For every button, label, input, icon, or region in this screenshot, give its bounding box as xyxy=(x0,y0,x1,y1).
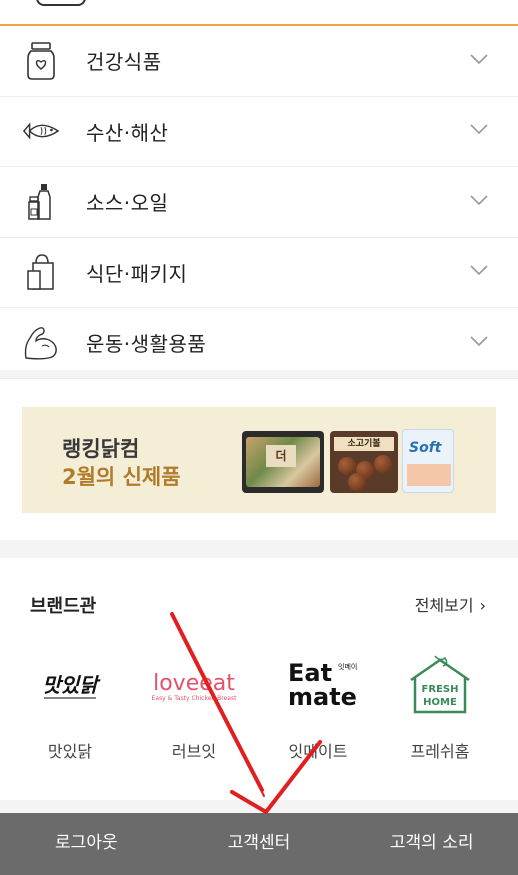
meatball-image xyxy=(374,455,392,473)
brand-item-masitdak[interactable]: 맛있닭 맛있닭 xyxy=(10,650,130,762)
freshhome-logo: FRESH HOME xyxy=(380,650,500,720)
loveeat-logo-sub: Easy & Tasty Chicken Breast xyxy=(152,695,237,702)
chevron-right-icon: › xyxy=(479,596,486,615)
category-list: 건강식품 수산·해산 소스·오일 식단·패키지 운동·생활용품 xyxy=(0,26,518,379)
category-item-health-food[interactable]: 건강식품 xyxy=(0,26,518,97)
brand-item-freshhome[interactable]: FRESH HOME 프레쉬홈 xyxy=(380,650,500,762)
eatmate-logo: Eat 잇메이트 mate xyxy=(258,650,378,720)
category-label: 수산·해산 xyxy=(86,120,169,145)
loveeat-logo-text: loveeat xyxy=(153,671,235,696)
product-label: 소고기볼 xyxy=(334,437,394,451)
svg-text:FRESH: FRESH xyxy=(422,684,459,695)
chevron-down-icon xyxy=(470,336,488,346)
bottom-bar: 로그아웃 고객센터 고객의 소리 xyxy=(0,813,518,875)
brand-item-eatmate[interactable]: Eat 잇메이트 mate 잇메이트 xyxy=(258,650,378,762)
top-edge-divider xyxy=(0,0,518,26)
svg-text:mate: mate xyxy=(288,683,357,711)
top-tab-stub xyxy=(36,0,86,6)
view-all-link[interactable]: 전체보기 › xyxy=(415,592,486,616)
category-item-seafood[interactable]: 수산·해산 xyxy=(0,97,518,167)
brand-name: 러브잇 xyxy=(171,742,217,761)
muscle-arm-icon xyxy=(22,324,60,362)
customer-center-button[interactable]: 고객센터 xyxy=(173,813,346,875)
category-item-sauce-oil[interactable]: 소스·오일 xyxy=(0,167,518,238)
section-divider xyxy=(0,540,518,558)
meatball-image xyxy=(338,457,356,475)
jar-icon xyxy=(22,41,60,80)
logout-button[interactable]: 로그아웃 xyxy=(0,813,173,875)
brand-item-loveeat[interactable]: loveeat Easy & Tasty Chicken Breast 러브잇 xyxy=(134,650,254,762)
brand-name: 잇메이트 xyxy=(288,742,348,761)
customer-voice-button[interactable]: 고객의 소리 xyxy=(345,813,518,875)
banner-title: 랭킹닭컴 xyxy=(62,437,140,461)
bottles-icon xyxy=(22,183,60,221)
section-divider xyxy=(0,370,518,378)
brand-section-title: 브랜드관 xyxy=(30,596,97,617)
category-label: 운동·생활용품 xyxy=(86,332,207,357)
masitdak-logo: 맛있닭 xyxy=(10,650,130,720)
chevron-down-icon xyxy=(470,54,488,64)
banner-subtitle: 2월의 신제품 xyxy=(62,465,181,489)
category-label: 식단·패키지 xyxy=(86,261,188,286)
category-label: 소스·오일 xyxy=(86,191,169,216)
banner-product-image: Soft xyxy=(402,429,454,493)
product-tag: 더 xyxy=(266,445,296,467)
brand-name: 맛있닭 xyxy=(47,742,93,761)
category-item-fitness-living[interactable]: 운동·생활용품 xyxy=(0,308,518,379)
svg-text:HOME: HOME xyxy=(423,697,457,708)
chevron-down-icon xyxy=(470,124,488,135)
product-band xyxy=(407,464,451,486)
banner-product-image: 소고기볼 xyxy=(330,431,398,493)
banner-product-image: 더 xyxy=(242,431,324,493)
masitdak-logo-text: 맛있닭 xyxy=(42,673,101,697)
product-label: Soft xyxy=(409,440,442,456)
chevron-down-icon xyxy=(470,265,488,276)
category-item-diet-package[interactable]: 식단·패키지 xyxy=(0,238,518,308)
view-all-label: 전체보기 xyxy=(414,596,474,615)
brand-name: 프레쉬홈 xyxy=(410,742,470,761)
fish-icon xyxy=(22,112,60,150)
meatball-image xyxy=(348,473,366,491)
eatmate-logo-sub: 잇메이트 xyxy=(338,662,358,671)
new-products-banner[interactable]: 랭킹닭컴 2월의 신제품 더 소고기볼 Soft xyxy=(22,407,496,513)
chevron-down-icon xyxy=(470,195,488,205)
section-divider xyxy=(0,800,518,813)
category-label: 건강식품 xyxy=(86,50,162,75)
shopping-bag-icon xyxy=(22,253,60,291)
loveeat-logo: loveeat Easy & Tasty Chicken Breast xyxy=(134,650,254,720)
